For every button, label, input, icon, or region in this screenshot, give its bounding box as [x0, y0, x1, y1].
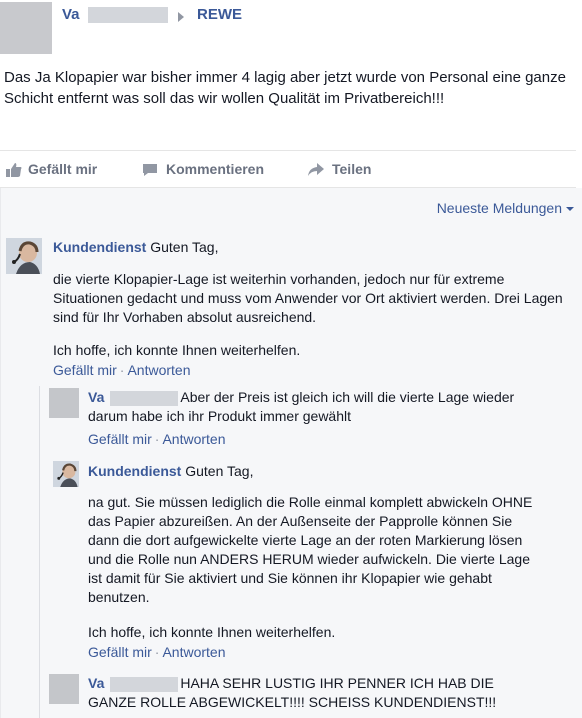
reply-header: Kundendienst Guten Tag, [88, 462, 538, 481]
author-avatar[interactable] [0, 2, 52, 54]
target-page-link[interactable]: REWE [197, 6, 242, 23]
arrow-right-icon [178, 12, 184, 22]
comment-greeting: Guten Tag, [150, 239, 219, 255]
comment-paragraph: die vierte Klopapier-Lage ist weiterhin … [53, 271, 563, 325]
reply-text: Va Aber der Preis ist gleich ich will die… [88, 388, 538, 426]
post-header: Va REWE [0, 0, 582, 56]
thumbs-up-icon [6, 163, 22, 177]
sort-dropdown[interactable]: Neueste Meldungen [437, 200, 574, 216]
reply-author-prefix[interactable]: Va [88, 389, 104, 405]
reply-like-link[interactable]: Gefällt mir [88, 431, 152, 447]
comment-reply-link[interactable]: Antworten [127, 362, 190, 378]
comments-section: Neueste Meldungen Kundendienst Guten Tag… [0, 188, 582, 718]
like-label: Gefällt mir [28, 161, 98, 177]
kundendienst-avatar[interactable] [53, 461, 79, 487]
separator-dot: · [154, 644, 160, 660]
comment-paragraph: Ich hoffe, ich konnte Ihnen weiterhelfen… [53, 342, 301, 358]
reply-text: Va HAHA SEHR LUSTIG IHR PENNER ICH HAB DI… [88, 674, 538, 712]
share-label: Teilen [332, 161, 372, 177]
reply-actions: Gefällt mir · Antworten [88, 431, 226, 447]
redacted-name-block [87, 7, 168, 24]
facebook-post: Va REWE Das Ja Klopapier war bisher imme… [0, 0, 582, 718]
reply-paragraph: na gut. Sie müssen lediglich die Rolle e… [88, 494, 533, 605]
speech-bubble-icon [143, 164, 157, 176]
reply-author-prefix[interactable]: Va [88, 675, 104, 691]
author-name[interactable]: Va [62, 6, 168, 24]
user-avatar[interactable] [49, 388, 79, 418]
redacted-name-block [110, 676, 179, 692]
headset-person-icon [6, 238, 42, 274]
user-avatar[interactable] [49, 674, 79, 704]
share-arrow-icon [308, 163, 324, 176]
separator-dot: · [154, 431, 160, 447]
reply-paragraph: Ich hoffe, ich konnte Ihnen weiterhelfen… [88, 624, 336, 640]
caret-down-icon [566, 207, 574, 212]
reply-reply-link[interactable]: Antworten [162, 644, 225, 660]
reply-author[interactable]: Kundendienst [88, 463, 181, 479]
redacted-name-block [110, 390, 179, 406]
reply-reply-link[interactable]: Antworten [162, 431, 225, 447]
reply-thread-line [39, 386, 40, 718]
comment-like-link[interactable]: Gefällt mir [53, 362, 117, 378]
headset-person-icon [53, 461, 79, 487]
separator-dot: · [119, 362, 125, 378]
comment-header: Kundendienst Guten Tag, [53, 238, 553, 257]
reply-actions: Gefällt mir · Antworten [88, 644, 226, 660]
comment-label: Kommentieren [166, 161, 265, 177]
sort-label: Neueste Meldungen [436, 200, 562, 216]
post-action-bar: Gefällt mir Kommentieren Teilen [0, 150, 576, 188]
reply-greeting: Guten Tag, [185, 463, 254, 479]
comment-actions: Gefällt mir · Antworten [53, 362, 191, 378]
author-name-prefix[interactable]: Va [62, 6, 80, 23]
kundendienst-avatar[interactable] [6, 238, 42, 274]
post-text: Das Ja Klopapier war bisher immer 4 lagi… [4, 69, 566, 107]
comment-author[interactable]: Kundendienst [53, 239, 146, 255]
reply-like-link[interactable]: Gefällt mir [88, 644, 152, 660]
